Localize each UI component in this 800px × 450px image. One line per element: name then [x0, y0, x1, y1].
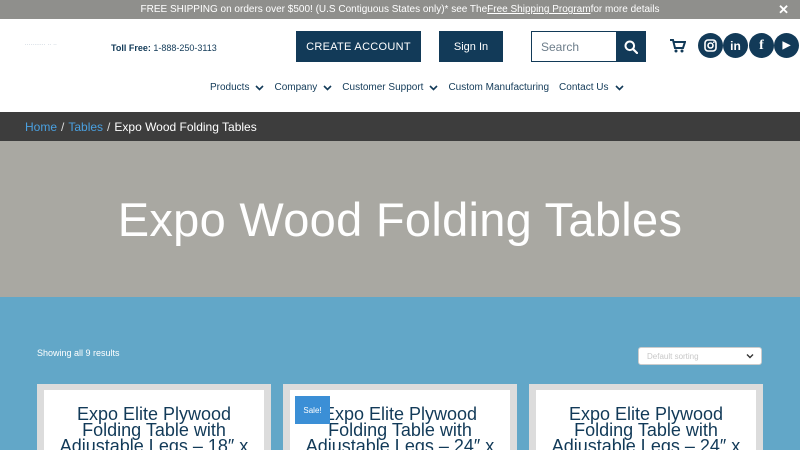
- product-card[interactable]: Expo Elite Plywood Folding Table with Ad…: [529, 384, 763, 450]
- chevron-down-icon: [614, 84, 624, 91]
- breadcrumb-tables[interactable]: Tables: [68, 120, 103, 134]
- hero-banner: Expo Wood Folding Tables: [0, 141, 800, 297]
- search-input[interactable]: [531, 31, 618, 62]
- product-title-line: Adjustable Legs – 24″ x: [551, 436, 741, 450]
- product-card-body: Expo Elite Plywood Folding Table with Ad…: [44, 390, 264, 450]
- instagram-icon[interactable]: [698, 33, 723, 58]
- nav-item-label: Company: [274, 81, 318, 93]
- close-banner-icon[interactable]: ✕: [778, 2, 789, 18]
- chevron-down-icon: [255, 84, 265, 91]
- linkedin-icon[interactable]: in: [723, 33, 748, 58]
- site-header: ........... .. .. Toll Free: 1-888-250-3…: [0, 19, 800, 112]
- nav-item-label: Custom Manufacturing: [448, 81, 550, 93]
- instagram-glyph-icon: [704, 39, 717, 52]
- product-title-line: Adjustable Legs – 24″ x: [305, 436, 495, 450]
- nav-item-company[interactable]: Company: [274, 82, 332, 93]
- chevron-down-icon: [429, 84, 439, 91]
- breadcrumb: Home / Tables / Expo Wood Folding Tables: [0, 112, 800, 141]
- youtube-icon[interactable]: ▶: [774, 33, 799, 58]
- chevron-down-icon: [746, 354, 754, 359]
- result-count: Showing all 9 results: [37, 348, 120, 358]
- search-button[interactable]: [616, 31, 646, 62]
- nav-item-customer-support[interactable]: Customer Support: [342, 81, 439, 93]
- breadcrumb-separator: /: [107, 119, 111, 134]
- breadcrumb-current: Expo Wood Folding Tables: [114, 119, 257, 134]
- toll-free-number[interactable]: 1-888-250-3113: [153, 43, 216, 53]
- breadcrumb-home[interactable]: Home: [25, 120, 57, 134]
- shipping-banner-text-end: for more details: [590, 4, 660, 15]
- page-title: Expo Wood Folding Tables: [117, 192, 683, 246]
- facebook-icon[interactable]: f: [749, 33, 774, 58]
- create-account-button[interactable]: CREATE ACCOUNT: [296, 31, 421, 62]
- free-shipping-link[interactable]: Free Shipping Program: [487, 4, 590, 15]
- shipping-banner: FREE SHIPPING on orders over $500! (U.S …: [0, 0, 800, 19]
- chevron-down-icon: [323, 84, 332, 91]
- shipping-banner-text: FREE SHIPPING on orders over $500! (U.S …: [140, 4, 488, 15]
- sale-badge: Sale!: [295, 396, 330, 424]
- search-icon: [624, 40, 638, 54]
- nav-item-label: Products: [210, 81, 250, 93]
- product-title-line: Adjustable Legs – 18″ x: [59, 436, 249, 450]
- product-card[interactable]: Expo Elite Plywood Folding Table with Ad…: [37, 384, 271, 450]
- sort-select-value: Default sorting: [647, 351, 699, 361]
- site-logo[interactable]: ........... .. ..: [25, 41, 75, 49]
- nav-item-custom-manufacturing[interactable]: Custom Manufacturing: [448, 82, 549, 93]
- nav-item-contact-us[interactable]: Contact Us: [559, 81, 624, 93]
- sort-select[interactable]: Default sorting: [638, 347, 762, 365]
- nav-item-label: Customer Support: [342, 81, 424, 93]
- nav-item-label: Contact Us: [559, 81, 609, 93]
- product-card[interactable]: Expo Elite Plywood Folding Table with Ad…: [283, 384, 517, 450]
- product-card-body: Expo Elite Plywood Folding Table with Ad…: [536, 390, 756, 450]
- logo-text: ........... .. ..: [25, 41, 58, 47]
- toll-free-label: Toll Free:: [111, 43, 151, 53]
- nav-item-products[interactable]: Products: [210, 81, 265, 93]
- toll-free: Toll Free: 1-888-250-3113: [111, 43, 217, 53]
- product-title[interactable]: Expo Elite Plywood Folding Table with Ad…: [536, 405, 756, 450]
- cart-icon[interactable]: [670, 39, 686, 53]
- sign-in-button[interactable]: Sign In: [439, 31, 503, 62]
- product-title[interactable]: Expo Elite Plywood Folding Table with Ad…: [44, 405, 264, 450]
- main-nav: Products Company Customer Support Custom…: [210, 80, 634, 94]
- product-area: Showing all 9 results Default sorting Ex…: [0, 297, 800, 450]
- breadcrumb-separator: /: [61, 119, 65, 134]
